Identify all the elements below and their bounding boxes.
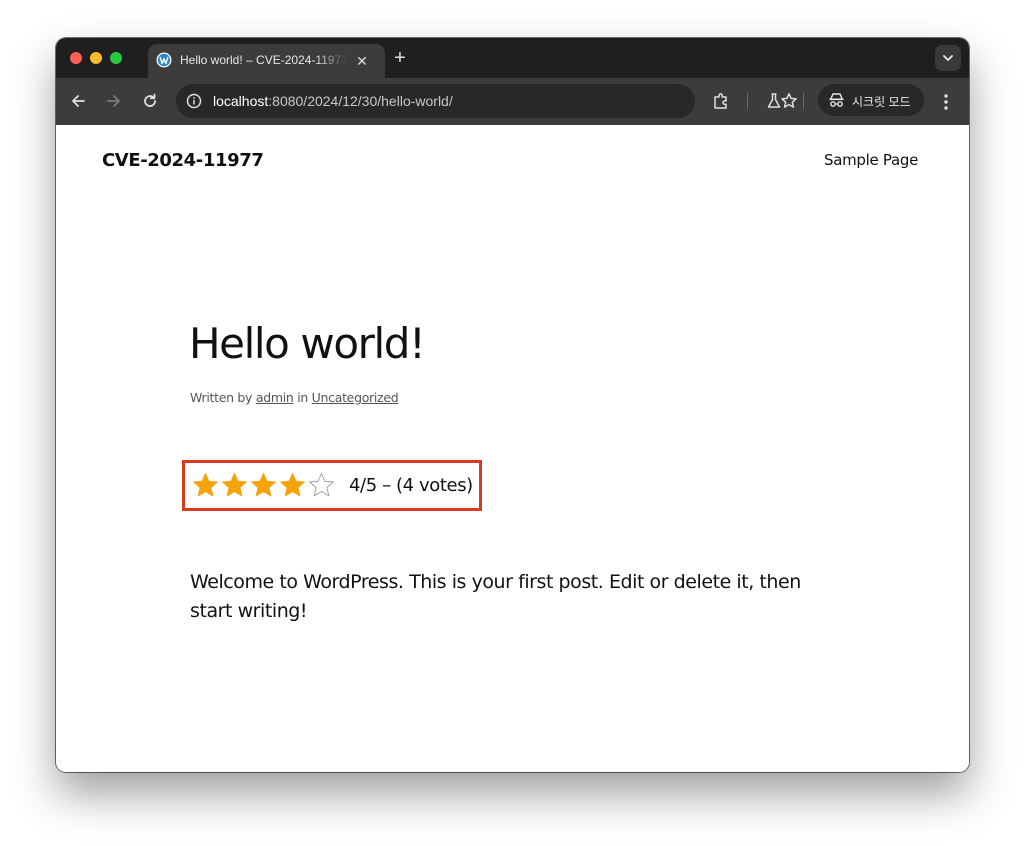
byline-in: in — [297, 390, 308, 405]
toolbar-divider — [803, 93, 804, 109]
chevron-down-icon — [943, 55, 953, 61]
url-path: :8080/2024/12/30/hello-world/ — [268, 93, 453, 109]
rating-summary: 4/5 – (4 votes) — [349, 475, 473, 496]
url-text[interactable]: localhost:8080/2024/12/30/hello-world/ — [213, 93, 453, 109]
address-bar[interactable]: localhost:8080/2024/12/30/hello-world/ — [176, 84, 797, 118]
category-link[interactable]: Uncategorized — [312, 390, 399, 405]
maximize-window-button[interactable] — [110, 52, 122, 64]
post-title: Hello world! — [189, 319, 426, 368]
url-host: localhost — [213, 93, 269, 109]
extensions-icon[interactable] — [711, 91, 731, 111]
rating-highlight: 4/5 – (4 votes) — [182, 460, 482, 511]
rating-star-1[interactable] — [192, 472, 219, 499]
tab-hello-world[interactable]: Hello world! – CVE-2024-11977 ✕ — [148, 44, 385, 78]
toolbar-divider — [747, 93, 748, 109]
forward-arrow-icon[interactable] — [104, 91, 124, 111]
post-byline: Written by admin in Uncategorized — [190, 390, 399, 405]
browser-window: Hello world! – CVE-2024-11977 ✕ + localh… — [56, 38, 969, 772]
tab-search-button[interactable] — [935, 45, 961, 71]
incognito-icon — [829, 93, 844, 107]
site-title[interactable]: CVE-2024-11977 — [102, 150, 264, 171]
close-window-button[interactable] — [70, 52, 82, 64]
info-icon[interactable] — [185, 92, 203, 110]
back-arrow-icon[interactable] — [68, 91, 88, 111]
close-icon[interactable]: ✕ — [355, 54, 369, 68]
plus-icon[interactable]: + — [390, 47, 410, 69]
post-content: Welcome to WordPress. This is your first… — [190, 571, 801, 622]
author-link[interactable]: admin — [256, 390, 294, 405]
web-page: CVE-2024-11977 Sample Page Hello world! … — [56, 125, 969, 772]
incognito-label: 시크릿 모드 — [852, 95, 911, 109]
browser-toolbar: localhost:8080/2024/12/30/hello-world/ 시… — [56, 78, 969, 125]
minimize-window-button[interactable] — [90, 52, 102, 64]
star-rating-widget — [192, 472, 335, 499]
kebab-menu-icon[interactable] — [938, 92, 954, 112]
wordpress-icon — [156, 52, 172, 68]
rating-star-2[interactable] — [221, 472, 248, 499]
rating-star-4[interactable] — [279, 472, 306, 499]
byline-prefix: Written by — [190, 390, 253, 405]
tab-title: Hello world! – CVE-2024-11977 — [180, 53, 348, 67]
labs-flask-icon[interactable] — [764, 91, 784, 111]
rating-star-5[interactable] — [308, 472, 335, 499]
incognito-indicator[interactable]: 시크릿 모드 — [818, 84, 924, 116]
tab-strip: Hello world! – CVE-2024-11977 ✕ + — [56, 38, 969, 78]
reload-icon[interactable] — [140, 91, 160, 111]
rating-star-3[interactable] — [250, 472, 277, 499]
nav-sample-page[interactable]: Sample Page — [824, 151, 918, 169]
